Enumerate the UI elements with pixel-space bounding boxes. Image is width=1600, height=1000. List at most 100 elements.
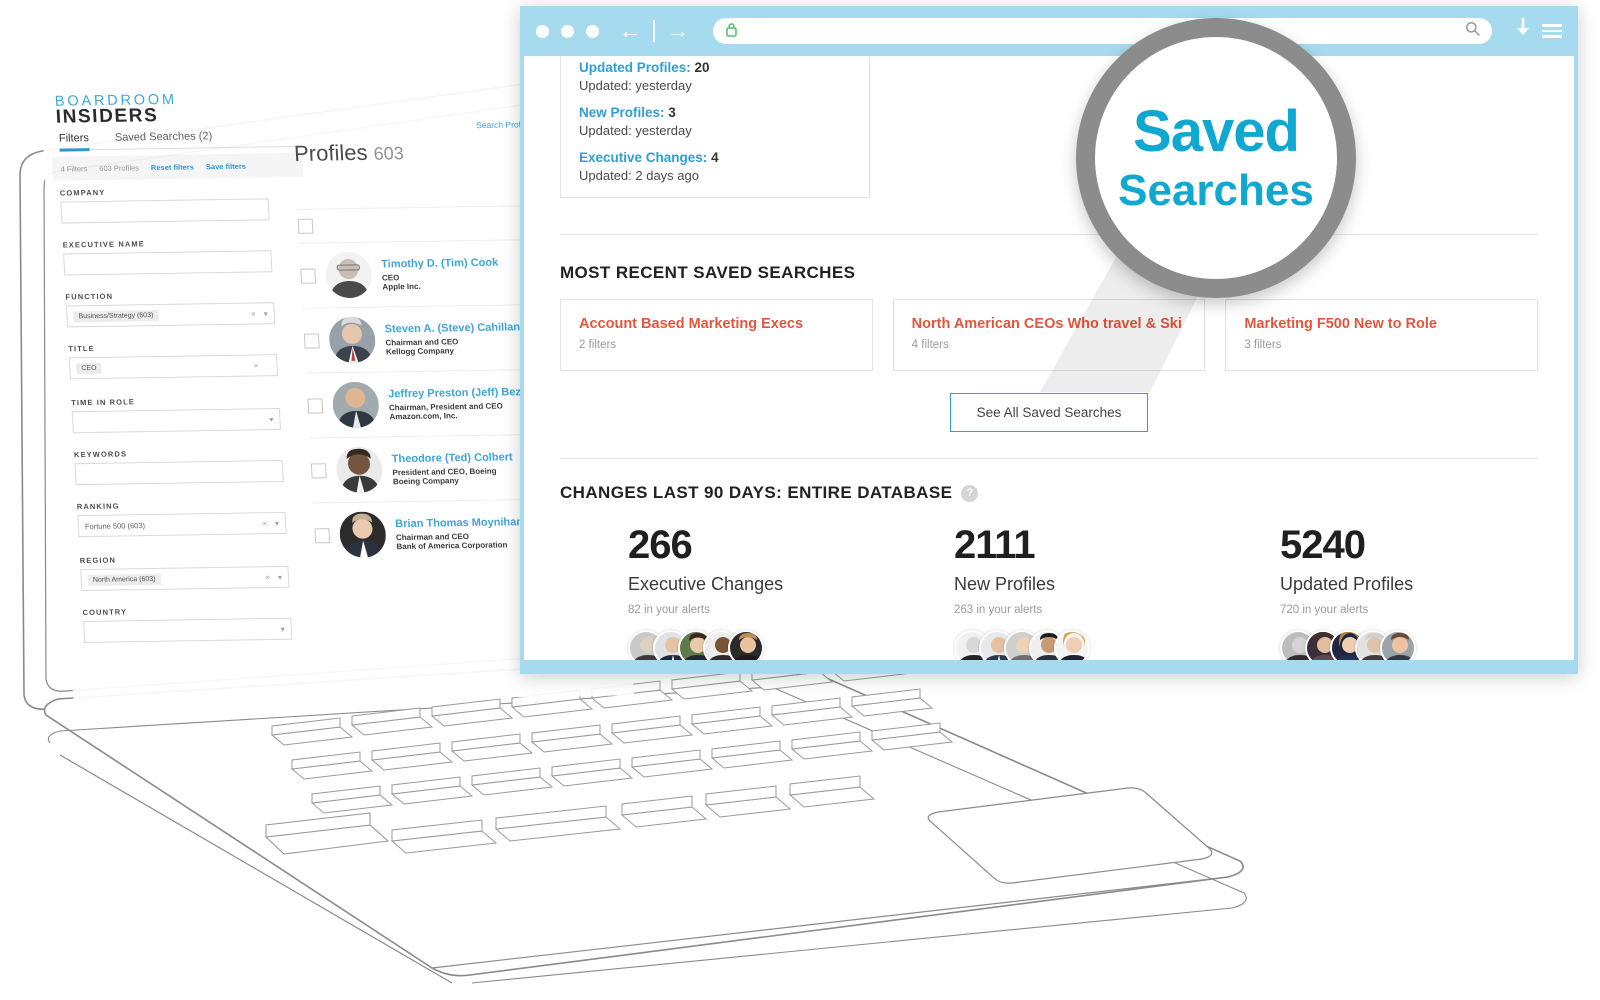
clear-icon[interactable]: × (251, 309, 256, 318)
changes-heading: CHANGES LAST 90 DAYS: ENTIRE DATABASE (560, 483, 953, 502)
stat-label: Updated Profiles (1280, 574, 1414, 594)
profile-checkbox[interactable] (310, 462, 327, 478)
chevron-down-icon[interactable]: ▾ (263, 309, 268, 318)
tab-filters[interactable]: Filters (58, 132, 90, 152)
saved-search-card[interactable]: Account Based Marketing Execs 2 filters (560, 299, 873, 371)
alert-updated: Updated: 2 days ago (579, 168, 699, 183)
alert-count: 3 (668, 105, 676, 120)
alert-row: Updated Profiles: 20 (579, 60, 851, 75)
chevron-down-icon[interactable]: ▾ (281, 624, 286, 633)
lock-icon (725, 22, 738, 40)
back-icon[interactable]: ← (617, 18, 643, 44)
filter-label-function: FUNCTION (65, 291, 114, 302)
callout-line-2: Searches (1118, 166, 1314, 215)
filter-tag-function[interactable]: Business/Strategy (603) (73, 309, 159, 322)
alert-updated: Updated: yesterday (579, 78, 692, 93)
avatar[interactable] (728, 630, 764, 660)
filter-value-ranking: Fortune 500 (603) (84, 520, 146, 531)
filter-input-keywords[interactable] (74, 459, 284, 486)
profiles-count: 603 (373, 143, 405, 164)
clear-icon[interactable]: × (265, 573, 270, 582)
brand-bottom: INSIDERS (55, 104, 159, 128)
filter-group-region: REGION North America (603) × ▾ (80, 553, 290, 592)
filter-tag-region[interactable]: North America (603) (87, 573, 161, 586)
profile-checkbox[interactable] (303, 332, 320, 349)
filters-count: 4 Filters (60, 163, 88, 174)
profile-name[interactable]: Jeffrey Preston (Jeff) Bezos (388, 386, 534, 400)
filter-input-time-in-role[interactable]: ▾ (71, 408, 282, 434)
save-filters-link[interactable]: Save filters (206, 161, 247, 171)
avatar[interactable] (1054, 630, 1090, 660)
clear-icon[interactable]: × (262, 519, 267, 528)
stat-avatar-group[interactable] (628, 630, 886, 660)
clear-icon[interactable]: × (254, 361, 259, 370)
alert-label: New Profiles: (579, 105, 665, 120)
stat-avatar-group[interactable] (1280, 630, 1538, 660)
profiles-count-chip: 603 Profiles (99, 162, 140, 173)
stat-alerts: 720 in your alerts (1280, 604, 1369, 616)
filter-input-company[interactable] (60, 198, 270, 224)
stat-avatar-group[interactable] (954, 630, 1212, 660)
saved-search-card[interactable]: North American CEOs Who travel & Ski 4 f… (892, 299, 1206, 371)
profile-checkbox[interactable] (314, 527, 331, 543)
profile-name[interactable]: Theodore (Ted) Colbert (391, 451, 513, 465)
filter-input-country[interactable]: ▾ (83, 617, 293, 643)
filter-input-region[interactable]: North America (603) × ▾ (80, 565, 290, 592)
window-controls[interactable] (536, 24, 599, 38)
filter-input-function[interactable]: Business/Strategy (603) × ▾ (65, 302, 276, 328)
alert-label: Executive Changes: (579, 150, 708, 165)
chevron-down-icon[interactable]: ▾ (278, 572, 283, 581)
filter-group-executive-name: EXECUTIVE NAME (62, 237, 273, 276)
stat-label: New Profiles (954, 574, 1056, 594)
chevron-down-icon[interactable]: ▾ (269, 415, 274, 424)
magnifier-callout: Saved Searches (1076, 18, 1356, 298)
profile-company: Amazon.com, Inc. (389, 410, 458, 421)
stat-label: Executive Changes (628, 574, 784, 594)
stat-executive-changes: 266 Executive Changes 82 in your alerts (560, 523, 886, 660)
profile-title: President and CEO, Boeing (392, 466, 497, 477)
download-icon[interactable] (1514, 17, 1532, 45)
saved-search-name[interactable]: Account Based Marketing Execs (579, 316, 854, 332)
filter-group-time-in-role: TIME IN ROLE ▾ (71, 395, 282, 434)
window-control-minimize-dot[interactable] (561, 24, 574, 38)
avatar (327, 316, 377, 364)
alerts-card: Updated Profiles: 20 Updated: yesterday … (560, 56, 870, 198)
stat-alerts: 263 in your alerts (954, 604, 1043, 616)
hamburger-menu-icon[interactable] (1542, 24, 1562, 38)
profile-checkbox[interactable] (307, 397, 324, 414)
chevron-down-icon[interactable]: ▾ (275, 518, 280, 527)
stat-value: 266 (628, 523, 693, 567)
see-all-saved-searches-button[interactable]: See All Saved Searches (949, 393, 1149, 432)
filter-group-company: COMPANY (60, 185, 270, 224)
reset-filters-link[interactable]: Reset filters (151, 162, 194, 172)
tab-saved-searches[interactable]: Saved Searches (2) (115, 130, 213, 144)
window-control-close-dot[interactable] (536, 24, 549, 38)
search-icon[interactable] (1465, 21, 1480, 41)
filter-input-ranking[interactable]: Fortune 500 (603) × ▾ (77, 511, 287, 538)
profile-name[interactable]: Steven A. (Steve) Cahillane (384, 321, 526, 335)
forward-icon[interactable]: → (665, 18, 691, 44)
see-all-row: See All Saved Searches (560, 393, 1538, 432)
filter-input-title[interactable]: CEO × (68, 354, 279, 380)
window-control-zoom-dot[interactable] (586, 24, 599, 38)
select-all-checkbox[interactable] (297, 218, 314, 234)
saved-search-name[interactable]: Marketing F500 New to Role (1244, 316, 1519, 332)
filter-input-executive-name[interactable] (63, 250, 273, 276)
filter-tag-title[interactable]: CEO (76, 362, 102, 374)
avatar (324, 251, 373, 299)
page-content: Updated Profiles: 20 Updated: yesterday … (524, 56, 1574, 660)
saved-search-card[interactable]: Marketing F500 New to Role 3 filters (1225, 299, 1539, 371)
profile-name[interactable]: Brian Thomas Moynihan (395, 516, 523, 530)
profile-name[interactable]: Timothy D. (Tim) Cook (381, 256, 499, 270)
avatar (331, 381, 381, 429)
filter-group-function: FUNCTION Business/Strategy (603) × ▾ (65, 289, 276, 328)
browser-viewport: Updated Profiles: 20 Updated: yesterday … (520, 56, 1578, 674)
address-bar[interactable] (713, 18, 1492, 44)
avatar[interactable] (1380, 630, 1416, 660)
section-divider (560, 234, 1538, 235)
browser-chrome: ← → (520, 6, 1578, 56)
screenshot-root: BOARDROOM INSIDERS Search Profiles Reque… (0, 0, 1600, 1000)
profile-checkbox[interactable] (300, 268, 317, 284)
saved-search-name[interactable]: North American CEOs Who travel & Ski (912, 316, 1187, 332)
help-icon[interactable]: ? (961, 484, 979, 502)
